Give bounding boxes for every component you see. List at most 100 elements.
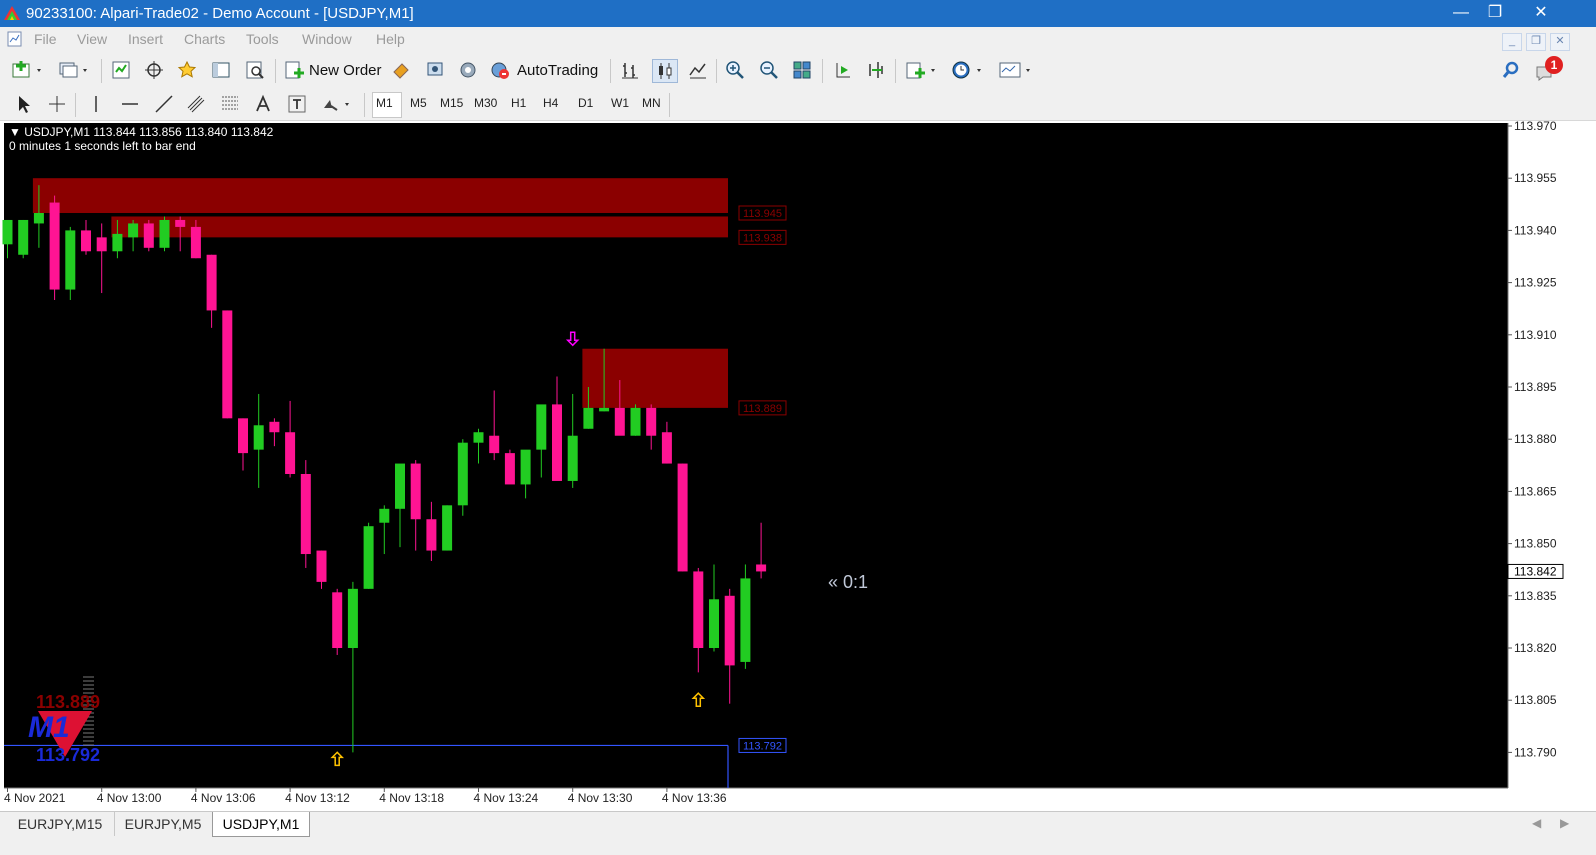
window-title: 90233100: Alpari-Trade02 - Demo Account … — [26, 5, 414, 22]
timeframe-w1[interactable]: W1 — [611, 96, 629, 110]
bear-candle — [552, 404, 562, 481]
vertical-line-button[interactable] — [86, 93, 106, 115]
indicators-icon — [906, 62, 935, 79]
time-tick-label: 4 Nov 13:00 — [97, 791, 162, 805]
price-tick-label: 113.910 — [1514, 328, 1557, 342]
search-button[interactable] — [1500, 59, 1522, 81]
zone-price-label: 113.889 — [743, 403, 782, 415]
equidistant-channel-button[interactable] — [185, 93, 207, 115]
new-chart-icon — [12, 61, 41, 78]
price-tick-label: 113.820 — [1514, 641, 1557, 655]
search-icon — [1502, 61, 1519, 78]
close-button[interactable]: ✕ — [1522, 0, 1560, 25]
candlestick-chart-button[interactable] — [652, 59, 678, 83]
auto-scroll-icon — [869, 62, 883, 78]
terminal-button[interactable] — [210, 59, 232, 81]
tabs-scroll-right-button[interactable]: ▶ — [1560, 816, 1569, 830]
new-order-button[interactable]: New Order — [283, 59, 383, 81]
zoom-in-button[interactable] — [724, 59, 746, 81]
text-button[interactable] — [252, 93, 274, 115]
price-tick-label: 113.940 — [1514, 223, 1557, 237]
crosshair-button[interactable] — [46, 93, 68, 115]
menu-insert[interactable]: Insert — [128, 31, 163, 47]
bull-candle — [128, 223, 139, 238]
timeframe-m1[interactable]: M1 — [376, 96, 393, 110]
child-minimize-button[interactable]: _ — [1502, 33, 1522, 51]
navigator-button[interactable] — [176, 59, 198, 81]
metaeditor-button[interactable] — [390, 59, 412, 81]
auto-scroll-button[interactable] — [865, 59, 887, 81]
time-tick-label: 4 Nov 2021 — [4, 791, 66, 805]
fibonacci-button[interactable] — [219, 93, 241, 115]
templates-button[interactable] — [996, 59, 1034, 81]
vertical-line-icon — [95, 96, 97, 112]
time-tick-label: 4 Nov 13:36 — [662, 791, 727, 805]
time-tick-label: 4 Nov 13:12 — [285, 791, 350, 805]
clock-icon — [952, 61, 981, 79]
bar-chart-button[interactable] — [619, 59, 641, 81]
zoom-out-button[interactable] — [758, 59, 780, 81]
signals-icon — [427, 62, 443, 76]
trendline-button[interactable] — [153, 93, 175, 115]
minimize-button[interactable]: — — [1444, 0, 1478, 25]
menu-view[interactable]: View — [77, 31, 107, 47]
timeframe-m5[interactable]: M5 — [410, 96, 427, 110]
bear-candle — [756, 564, 767, 572]
tile-windows-button[interactable] — [791, 59, 813, 81]
menu-charts[interactable]: Charts — [184, 31, 225, 47]
market-watch-button[interactable] — [110, 59, 132, 81]
timeframe-m30[interactable]: M30 — [474, 96, 497, 110]
tab-usdjpy-m1[interactable]: USDJPY,M1 — [212, 812, 310, 837]
child-restore-button[interactable]: ❐ — [1526, 33, 1546, 51]
price-tick-label: 113.880 — [1514, 432, 1557, 446]
menu-tools[interactable]: Tools — [246, 31, 279, 47]
timeframe-h1[interactable]: H1 — [511, 96, 526, 110]
bull-candle — [112, 233, 123, 252]
fibonacci-icon — [222, 96, 238, 110]
bull-candle — [599, 407, 610, 412]
chart-shift-button[interactable] — [832, 59, 854, 81]
profiles-button[interactable] — [56, 59, 92, 81]
bull-candle — [567, 435, 578, 481]
tab-eurjpy-m5[interactable]: EURJPY,M5 — [114, 812, 211, 836]
price-chart[interactable]: 113.945 113.938 113.889 113.792 113.970 113.9… — [0, 121, 1596, 811]
trendline-icon — [155, 95, 173, 113]
bear-candle — [661, 432, 672, 464]
timeframe-mn[interactable]: MN — [642, 96, 661, 110]
line-chart-button[interactable] — [687, 59, 709, 81]
autotrading-button[interactable]: AutoTrading — [489, 59, 604, 81]
tabs-scroll-left-button[interactable]: ◀ — [1532, 816, 1541, 830]
new-chart-button[interactable] — [10, 59, 46, 81]
arrows-button[interactable] — [318, 93, 354, 115]
strategy-tester-button[interactable] — [244, 59, 266, 81]
periods-button[interactable] — [948, 59, 986, 81]
menu-help[interactable]: Help — [376, 31, 405, 47]
timeframe-h4[interactable]: H4 — [543, 96, 558, 110]
menu-window[interactable]: Window — [302, 31, 352, 47]
restore-button[interactable]: ❐ — [1478, 0, 1512, 25]
bear-candle — [646, 407, 657, 436]
tab-eurjpy-m15[interactable]: EURJPY,M15 — [8, 812, 112, 836]
supply-zone — [111, 216, 728, 238]
cursor-button[interactable] — [12, 93, 34, 115]
data-window-button[interactable] — [143, 59, 165, 81]
horizontal-line-button[interactable] — [119, 93, 141, 115]
market-watch-icon — [112, 61, 130, 79]
new-order-icon — [285, 61, 304, 79]
menu-file[interactable]: File — [34, 31, 57, 47]
indicators-button[interactable] — [903, 59, 939, 81]
bull-candle — [253, 425, 264, 450]
bear-candle — [222, 310, 233, 419]
child-close-button[interactable]: ✕ — [1550, 33, 1570, 51]
signals-button[interactable] — [424, 59, 446, 81]
bear-candle — [693, 571, 704, 648]
notifications-button[interactable]: 1 — [1534, 56, 1563, 81]
timeframe-m15[interactable]: M15 — [440, 96, 463, 110]
timeframe-d1[interactable]: D1 — [578, 96, 593, 110]
chart-window[interactable]: 113.945 113.938 113.889 113.792 113.970 113.9… — [0, 121, 1596, 811]
zoom-in-icon — [726, 61, 744, 79]
market-button[interactable] — [457, 59, 479, 81]
text-label-button[interactable] — [286, 93, 308, 115]
current-price-label: 113.842 — [1514, 564, 1557, 578]
bull-candle — [159, 219, 170, 248]
